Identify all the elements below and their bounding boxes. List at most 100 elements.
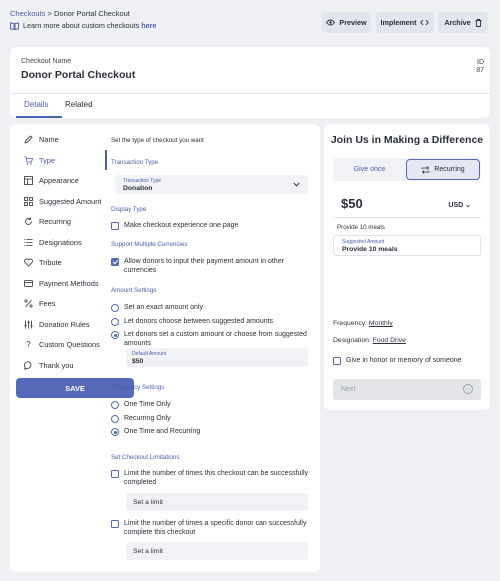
pencil-icon: [24, 135, 33, 144]
one-page-checkbox[interactable]: [111, 222, 119, 230]
suggested-amount-box[interactable]: Suggested Amount Provide 10 meals: [333, 235, 481, 256]
code-icon: [420, 19, 430, 26]
nav-item-recurring[interactable]: Recurring: [24, 217, 71, 226]
learn-more-row: Learn more about custom checkouts here: [10, 21, 156, 30]
heart-icon: [24, 258, 33, 267]
repeat-icon: [421, 165, 430, 174]
tribute-checkbox[interactable]: [333, 357, 341, 365]
form-intro: Set the type of checkout you want: [111, 137, 204, 144]
checkout-id-label: ID: [477, 59, 484, 66]
preview-title: Join Us in Making a Difference: [330, 134, 484, 146]
currencies-checkbox[interactable]: [111, 258, 119, 266]
nav-item-thank-you[interactable]: Thank you: [24, 361, 74, 370]
frequency-option-one-time[interactable]: One Time Only: [111, 400, 171, 409]
learn-more-text: Learn more about custom checkouts: [23, 21, 142, 30]
grid-icon: [24, 197, 33, 206]
arrow-right-icon: →: [463, 384, 473, 394]
transaction-type-caption: Transaction Type: [123, 178, 162, 184]
question-icon: ?: [26, 340, 31, 349]
nav-item-type[interactable]: Type: [24, 156, 55, 165]
frequency-toggle: Give once Recurring: [333, 158, 481, 181]
implement-label: Implement: [380, 18, 417, 27]
chevron-down-icon: [293, 182, 300, 187]
nav-item-donation-rules[interactable]: Donation Rules: [24, 320, 90, 329]
archive-button[interactable]: Archive: [438, 12, 488, 33]
limit-donor-checkbox[interactable]: [111, 520, 119, 528]
frequency-both-radio[interactable]: [111, 428, 119, 436]
breadcrumb-separator: >: [47, 9, 52, 18]
breadcrumb: Checkouts > Donor Portal Checkout: [10, 9, 130, 18]
amount-option-suggested[interactable]: Let donors choose between suggested amou…: [111, 317, 273, 326]
suggested-amount-value: Provide 10 meals: [342, 246, 398, 253]
designation-line: Designation: Food Drive: [333, 337, 406, 344]
frequency-option-both[interactable]: One Time and Recurring: [111, 427, 200, 436]
limitations-heading: Set Checkout Limitations: [111, 454, 180, 461]
frequency-option-recurring[interactable]: Recurring Only: [111, 414, 171, 423]
suggested-amount-caption: Suggested Amount: [342, 239, 385, 245]
display-type-heading: Display Type: [111, 206, 147, 213]
nav-item-fees[interactable]: Fees: [24, 299, 55, 308]
tribute-option[interactable]: Give in honor or memory of someone: [333, 356, 462, 365]
list-icon: [24, 239, 33, 246]
amount-input[interactable]: $50 USD ⌄: [333, 191, 481, 218]
default-amount-field[interactable]: Default Amount $50: [126, 348, 308, 367]
designation-link[interactable]: Food Drive: [373, 337, 406, 344]
limit-checkout-option[interactable]: Limit the number of times this checkout …: [111, 469, 311, 487]
nav-item-tribute[interactable]: Tribute: [24, 258, 62, 267]
amount-suggested-radio[interactable]: [111, 318, 119, 326]
checkout-id: 87: [476, 67, 484, 74]
breadcrumb-checkouts-link[interactable]: Checkouts: [10, 9, 45, 18]
frequency-heading: Frequency Settings: [111, 384, 165, 391]
amount-option-custom[interactable]: Let donors set a custom amount or choose…: [111, 330, 311, 348]
limit-checkout-checkbox[interactable]: [111, 470, 119, 478]
nav-item-designations[interactable]: Designations: [24, 238, 82, 247]
settings-card: Name Type Appearance Suggested Amount Re…: [10, 124, 320, 572]
refresh-icon: [25, 217, 32, 225]
recurring-toggle[interactable]: Recurring: [406, 159, 480, 180]
nav-item-suggested-amount[interactable]: Suggested Amount: [24, 197, 101, 206]
transaction-type-select[interactable]: Transaction Type Donation: [115, 175, 308, 194]
next-button[interactable]: Next →: [333, 379, 481, 400]
transaction-type-heading: Transaction Type: [111, 159, 159, 166]
frequency-line: Frequency: Monthly: [333, 320, 393, 327]
active-tab-indicator: [16, 116, 62, 118]
transaction-type-value: Donation: [123, 185, 153, 192]
chat-icon: [24, 361, 32, 370]
amount-value: $50: [341, 196, 363, 211]
limit-donor-option[interactable]: Limit the number of times a specific don…: [111, 519, 311, 537]
preview-button[interactable]: Preview: [322, 12, 371, 33]
limit-donor-input[interactable]: Set a limit: [126, 542, 308, 560]
give-once-toggle[interactable]: Give once: [333, 158, 406, 181]
trash-icon: [475, 18, 482, 27]
amount-settings-heading: Amount Settings: [111, 287, 157, 294]
nav-item-name[interactable]: Name: [24, 135, 59, 144]
tab-details[interactable]: Details: [24, 100, 48, 109]
sliders-icon: [24, 320, 33, 329]
nav-item-payment-methods[interactable]: Payment Methods: [24, 279, 99, 288]
active-section-indicator: [105, 150, 107, 170]
tab-related[interactable]: Related: [65, 100, 93, 109]
checkout-name: Donor Portal Checkout: [21, 69, 136, 81]
limit-checkout-input[interactable]: Set a limit: [126, 493, 308, 511]
cart-icon: [24, 156, 33, 165]
currencies-option[interactable]: Allow donors to input their payment amou…: [111, 257, 306, 275]
learn-more-link[interactable]: here: [141, 21, 156, 30]
amount-custom-radio[interactable]: [111, 331, 119, 339]
default-amount-value: $50: [132, 358, 144, 365]
amount-exact-radio[interactable]: [111, 304, 119, 312]
implement-button[interactable]: Implement: [376, 12, 434, 33]
checkout-name-label: Checkout Name: [21, 58, 72, 65]
impact-text: Provide 10 meals: [337, 224, 385, 231]
one-page-option[interactable]: Make checkout experience one page: [111, 221, 238, 230]
credit-card-icon: [24, 280, 33, 287]
book-icon: [10, 21, 19, 30]
frequency-recurring-radio[interactable]: [111, 415, 119, 423]
nav-item-appearance[interactable]: Appearance: [24, 176, 79, 185]
frequency-link[interactable]: Monthly: [369, 320, 393, 327]
preview-label: Preview: [339, 18, 367, 27]
nav-item-custom-questions[interactable]: ? Custom Questions: [24, 340, 100, 349]
checkout-preview-card: Join Us in Making a Difference Give once…: [324, 124, 490, 410]
frequency-one-time-radio[interactable]: [111, 401, 119, 409]
amount-option-exact[interactable]: Set an exact amount only: [111, 303, 203, 312]
currency-select[interactable]: USD ⌄: [448, 201, 471, 209]
